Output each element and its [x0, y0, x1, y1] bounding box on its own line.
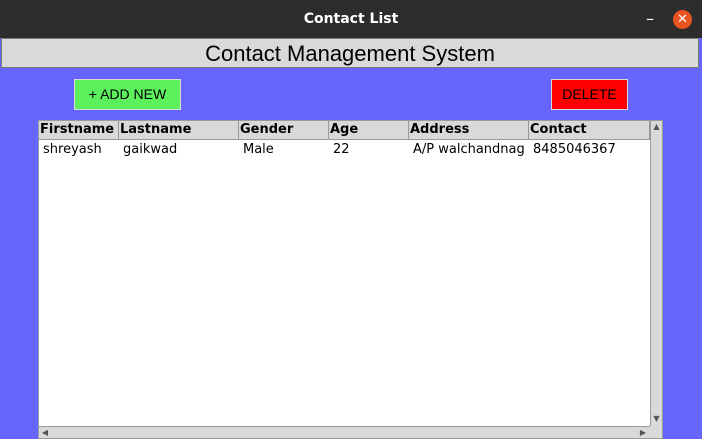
- table-header: Firstname Lastname Gender Age Address Co…: [39, 121, 650, 140]
- column-header-gender[interactable]: Gender: [239, 121, 329, 140]
- cell-address: A/P walchandnag: [413, 142, 525, 157]
- column-header-firstname[interactable]: Firstname: [39, 121, 119, 140]
- cell-contact: 8485046367: [533, 142, 616, 157]
- delete-button[interactable]: DELETE: [551, 79, 628, 110]
- column-header-address[interactable]: Address: [409, 121, 529, 140]
- vertical-scrollbar[interactable]: ▲ ▼: [650, 121, 662, 426]
- app-header: Contact Management System: [1, 38, 699, 68]
- minimize-icon[interactable]: –: [641, 9, 659, 29]
- scroll-up-icon[interactable]: ▲: [651, 121, 662, 133]
- column-header-lastname[interactable]: Lastname: [119, 121, 239, 140]
- cell-age: 22: [333, 142, 350, 157]
- cell-firstname: shreyash: [43, 142, 102, 157]
- cell-lastname: gaikwad: [123, 142, 178, 157]
- window-titlebar: Contact List – ✕: [0, 0, 702, 38]
- page-title: Contact Management System: [205, 41, 495, 66]
- close-icon[interactable]: ✕: [673, 10, 692, 29]
- add-new-button[interactable]: + ADD NEW: [74, 79, 181, 110]
- cell-gender: Male: [243, 142, 274, 157]
- scroll-left-icon[interactable]: ◀: [39, 427, 51, 438]
- scrollbar-corner: [650, 426, 662, 438]
- scroll-down-icon[interactable]: ▼: [651, 413, 662, 425]
- scroll-right-icon[interactable]: ▶: [637, 427, 649, 438]
- contacts-table[interactable]: Firstname Lastname Gender Age Address Co…: [38, 120, 663, 439]
- column-header-contact[interactable]: Contact: [529, 121, 650, 140]
- table-row[interactable]: shreyash gaikwad Male 22 A/P walchandnag…: [39, 140, 650, 160]
- window-title: Contact List: [303, 11, 399, 27]
- horizontal-scrollbar[interactable]: ◀ ▶: [39, 426, 650, 438]
- column-header-age[interactable]: Age: [329, 121, 409, 140]
